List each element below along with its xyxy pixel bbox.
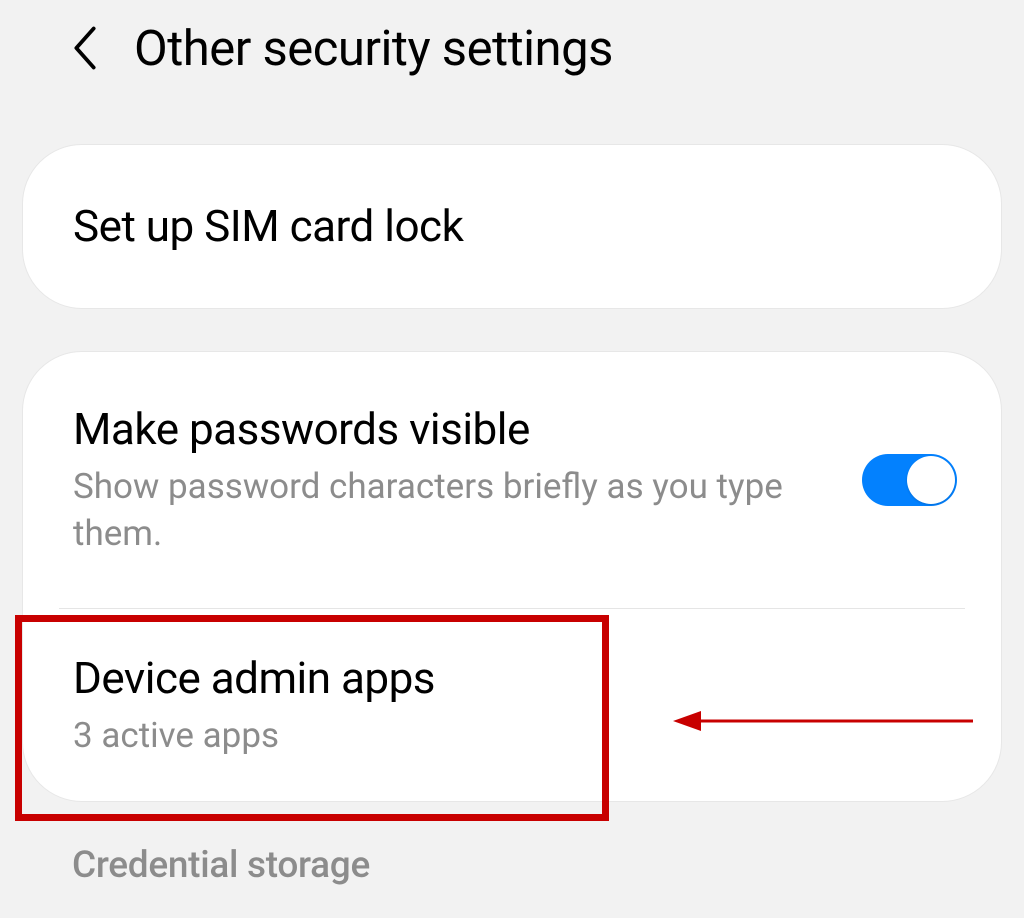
section-label-credential-storage: Credential storage [22, 844, 1002, 887]
item-subtitle: 3 active apps [73, 712, 951, 759]
page-title: Other security settings [134, 20, 613, 77]
settings-content: Set up SIM card lock Make passwords visi… [0, 96, 1024, 887]
toggle-knob [907, 456, 955, 504]
item-title: Make passwords visible [73, 402, 832, 457]
back-icon[interactable] [60, 18, 110, 78]
card-sim: Set up SIM card lock [22, 144, 1002, 309]
card-security: Make passwords visible Show password cha… [22, 351, 1002, 802]
item-title: Device admin apps [73, 651, 951, 706]
header-bar: Other security settings [0, 0, 1024, 96]
toggle-passwords-visible[interactable] [862, 454, 957, 506]
item-make-passwords-visible[interactable]: Make passwords visible Show password cha… [23, 352, 1001, 608]
item-sim-card-lock[interactable]: Set up SIM card lock [23, 145, 1001, 308]
item-title: Set up SIM card lock [73, 199, 951, 254]
item-device-admin-apps[interactable]: Device admin apps 3 active apps [23, 609, 1001, 801]
item-subtitle: Show password characters briefly as you … [73, 463, 832, 558]
